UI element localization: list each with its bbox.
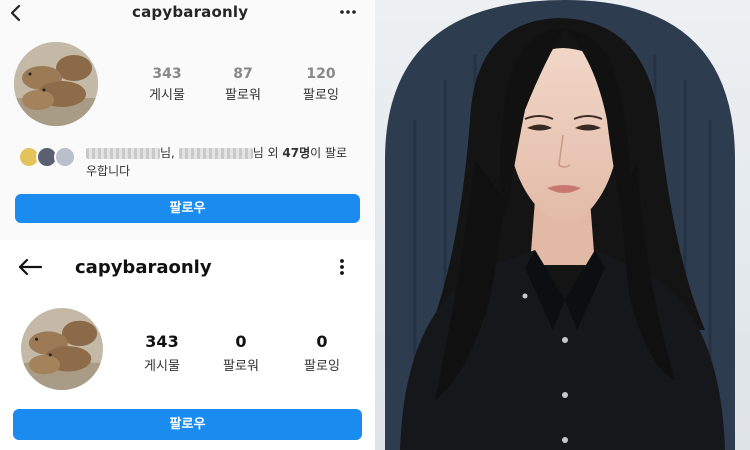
- blurred-username: [86, 148, 160, 159]
- followed-by-text[interactable]: 님, 님 외 47명이 팔로 우합니다: [86, 144, 366, 180]
- followed-by-suffix-2: 님: [252, 146, 264, 160]
- stat-following[interactable]: 0 팔로잉: [290, 332, 354, 374]
- stat-posts[interactable]: 343 게시물: [135, 66, 199, 103]
- back-arrow-icon[interactable]: [16, 256, 44, 278]
- follow-button[interactable]: 팔로우: [13, 409, 362, 440]
- posts-count: 343: [152, 66, 182, 82]
- posts-label: 게시물: [144, 359, 180, 374]
- followers-count: 0: [235, 332, 247, 351]
- followed-by-count: 47명: [282, 146, 311, 160]
- follow-button[interactable]: 팔로우: [15, 194, 360, 223]
- following-label: 팔로잉: [303, 88, 339, 103]
- followers-label: 팔로워: [225, 88, 261, 103]
- more-dots-icon[interactable]: [336, 4, 360, 20]
- avatar: [14, 42, 98, 126]
- following-count: 0: [316, 332, 328, 351]
- stat-following[interactable]: 120 팔로잉: [289, 66, 353, 103]
- profile-username: capybaraonly: [132, 3, 249, 21]
- following-label: 팔로잉: [304, 359, 340, 374]
- stat-posts[interactable]: 343 게시물: [130, 332, 194, 374]
- stat-followers[interactable]: 87 팔로워: [211, 66, 275, 103]
- followed-by-tail: 이 팔로: [310, 146, 348, 160]
- profile-screenshot-top: capybaraonly 343 게시물 87 팔로워 120 팔로잉 님, 님…: [0, 0, 375, 240]
- avatar: [21, 308, 103, 390]
- followed-by-suffix-1: 님,: [160, 146, 175, 160]
- posts-count: 343: [145, 332, 179, 351]
- woman-portrait-image: [375, 0, 750, 450]
- capybara-photo: [21, 308, 103, 390]
- followed-by-middle: 외: [263, 146, 283, 160]
- posts-label: 게시물: [149, 88, 185, 103]
- back-chevron-icon[interactable]: [4, 2, 26, 24]
- portrait-photo: [375, 0, 750, 450]
- blurred-username: [178, 148, 253, 159]
- followers-label: 팔로워: [223, 359, 259, 374]
- more-vertical-icon[interactable]: [334, 256, 350, 278]
- followers-count: 87: [233, 66, 253, 82]
- following-count: 120: [306, 66, 336, 82]
- mutual-avatar-3: [54, 146, 76, 168]
- stat-followers[interactable]: 0 팔로워: [209, 332, 273, 374]
- profile-screenshot-bottom: capybaraonly 343 게시물 0 팔로워 0 팔로잉 팔로우: [0, 240, 375, 450]
- capybara-photo: [14, 42, 98, 126]
- profile-screenshots: capybaraonly 343 게시물 87 팔로워 120 팔로잉 님, 님…: [0, 0, 375, 450]
- followed-by-tail-2: 우합니다: [86, 164, 131, 178]
- profile-username: capybaraonly: [75, 257, 212, 278]
